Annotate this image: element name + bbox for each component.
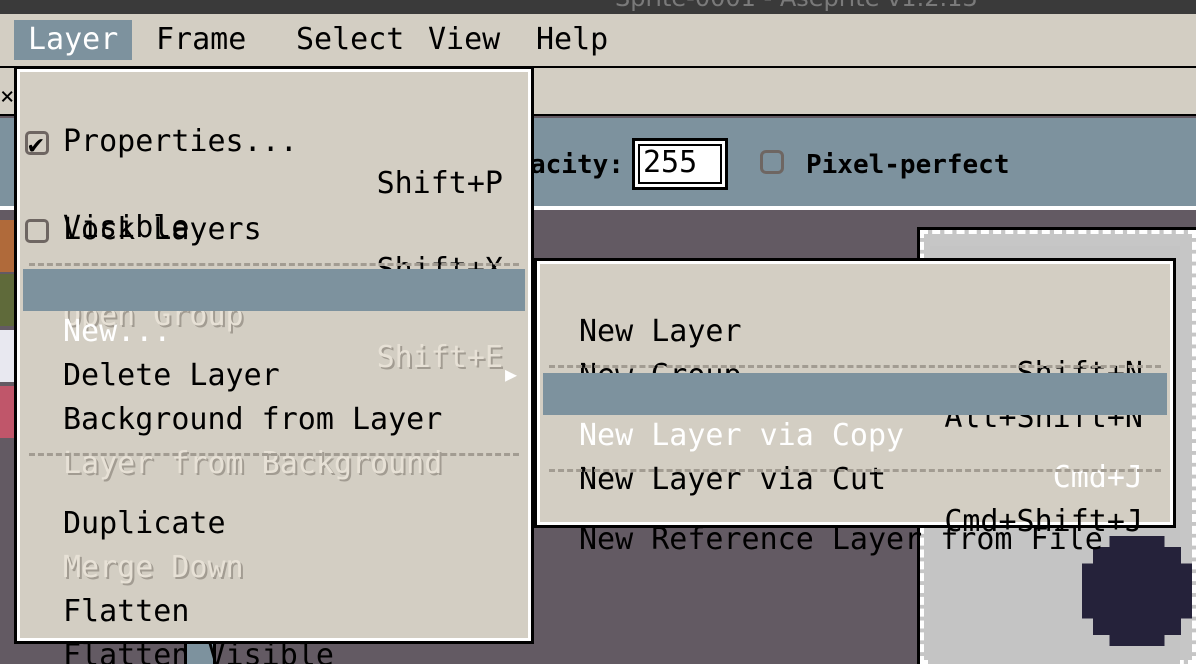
menu-item-layer-from-background: Layer from Background (23, 401, 525, 481)
menu-item-open-group: Open Group Shift+E (23, 211, 525, 375)
menu-item-lock-layers[interactable]: Lock Layers (23, 167, 525, 247)
submenu-item-new-group[interactable]: New Group Alt+Shift+N (543, 313, 1167, 435)
menu-item-flatten-visible[interactable]: Flatten Visible (23, 593, 525, 664)
opacity-input[interactable]: 255 (632, 138, 728, 190)
menu-item-label: New Reference Layer from File (579, 522, 1103, 557)
title-bar: Sprite-0001 - Aseprite v1.2.13 (0, 0, 1196, 14)
menu-item-background-from-layer[interactable]: Background from Layer (23, 357, 525, 437)
submenu-item-new-layer-via-copy[interactable]: New Layer via Copy Cmd+J (543, 373, 1167, 495)
menu-item-new[interactable]: New... ▶ (23, 269, 525, 386)
menu-item-label: Flatten Visible (63, 638, 334, 664)
menu-select[interactable]: Select (282, 20, 418, 60)
menu-item-duplicate[interactable]: Duplicate (23, 461, 525, 541)
menu-separator (29, 263, 519, 266)
submenu-item-new-layer-via-cut[interactable]: New Layer via Cut Cmd+Shift+J (543, 417, 1167, 539)
palette-swatch[interactable] (0, 330, 14, 382)
palette-swatch[interactable] (0, 220, 14, 272)
opacity-label: acity: (530, 150, 624, 180)
menu-item-flatten[interactable]: Flatten (23, 549, 525, 629)
menu-layer[interactable]: Layer (14, 20, 133, 60)
window-title: Sprite-0001 - Aseprite v1.2.13 (615, 0, 978, 12)
menu-item-properties[interactable]: Properties... Shift+P (23, 79, 525, 201)
submenu-item-new-layer[interactable]: New Layer Shift+N (543, 269, 1167, 391)
menu-item-delete-layer[interactable]: Delete Layer (23, 313, 525, 393)
menu-frame[interactable]: Frame (142, 20, 260, 60)
checkbox-unchecked-icon (25, 219, 49, 243)
pixel-perfect-label: Pixel-perfect (806, 150, 1010, 180)
layer-menu: Properties... Shift+P Visible Shift+X Lo… (14, 66, 534, 664)
palette-swatch[interactable] (0, 274, 14, 326)
submenu-item-new-reference-layer[interactable]: New Reference Layer from File (543, 477, 1167, 557)
new-submenu: New Layer Shift+N New Group Alt+Shift+N … (534, 258, 1176, 557)
menu-item-merge-down: Merge Down (23, 505, 525, 585)
menu-separator (29, 453, 519, 456)
checkbox-checked-icon (25, 124, 49, 166)
palette-swatch[interactable] (0, 386, 14, 438)
menu-help[interactable]: Help (522, 20, 622, 60)
menubar: Layer Frame Select View Help (0, 14, 1196, 68)
menu-separator (549, 469, 1161, 472)
menu-separator (549, 365, 1161, 368)
tab-close-icon[interactable]: × (0, 82, 14, 110)
menu-view[interactable]: View (414, 20, 514, 60)
pixel-perfect-checkbox[interactable] (760, 150, 784, 174)
menu-item-visible[interactable]: Visible Shift+X (23, 123, 525, 287)
